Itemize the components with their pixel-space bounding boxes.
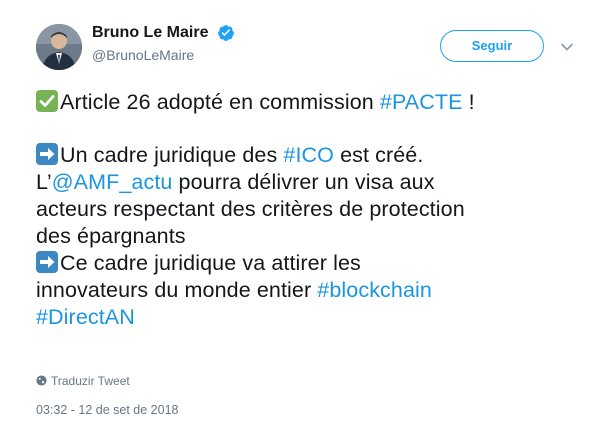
tweet-text-segment: Ce cadre juridique va attirer les [60,251,361,275]
tweet-line: L’@AMF_actu pourra délivrer un visa aux [36,169,582,196]
author-handle[interactable]: @BrunoLeMaire [92,45,235,65]
tweet-line: acteurs respectant des critères de prote… [36,197,465,221]
tweet-line: des épargnants [36,224,186,248]
tweet-text-segment: pourra délivrer un visa aux [172,170,435,194]
author-block: Bruno Le Maire @BrunoLeMaire [92,22,235,65]
check-mark-button-emoji [36,90,58,112]
tweet-timestamp[interactable]: 03:32 - 12 de set de 2018 [36,402,178,418]
hashtag-link[interactable]: #ICO [283,143,334,167]
tweet-text: Article 26 adopté en commission #PACTE !… [36,89,582,331]
hashtag-link[interactable]: #DirectAN [36,305,135,329]
tweet-text-segment: innovateurs du monde entier [36,278,318,302]
tweet-line: Article 26 adopté en commission #PACTE ! [36,89,582,116]
author-name[interactable]: Bruno Le Maire [92,22,208,44]
tweet-line: innovateurs du monde entier #blockchain [36,277,582,304]
translate-label: Traduzir Tweet [51,374,130,388]
right-arrow-emoji [36,143,58,165]
hashtag-link[interactable]: #PACTE [380,90,463,114]
tweet-header: Bruno Le Maire @BrunoLeMaire Seguir [36,20,582,72]
avatar-image [36,24,82,70]
tweet-line: Un cadre juridique des #ICO est créé. [36,142,582,169]
globe-icon [36,374,47,386]
tweet-line: #DirectAN [36,304,582,331]
verified-badge-icon [217,24,235,42]
avatar[interactable] [36,24,82,70]
chevron-down-icon[interactable] [560,40,574,54]
tweet-line: Ce cadre juridique va attirer les [36,250,582,277]
tweet-text-segment: Un cadre juridique des [60,143,284,167]
right-arrow-emoji [36,251,58,273]
follow-button[interactable]: Seguir [440,30,544,62]
hashtag-link[interactable]: #blockchain [317,278,432,302]
tweet-text-segment: Article 26 adopté en commission [60,90,380,114]
translate-tweet-link[interactable]: Traduzir Tweet [36,373,130,389]
tweet-text-segment: ! [462,90,475,114]
tweet-text-segment: L’ [36,170,52,194]
tweet-text-segment: est créé. [334,143,424,167]
mention-link[interactable]: @AMF_actu [52,170,173,194]
tweet-card: Bruno Le Maire @BrunoLeMaire Seguir Arti… [0,0,600,426]
